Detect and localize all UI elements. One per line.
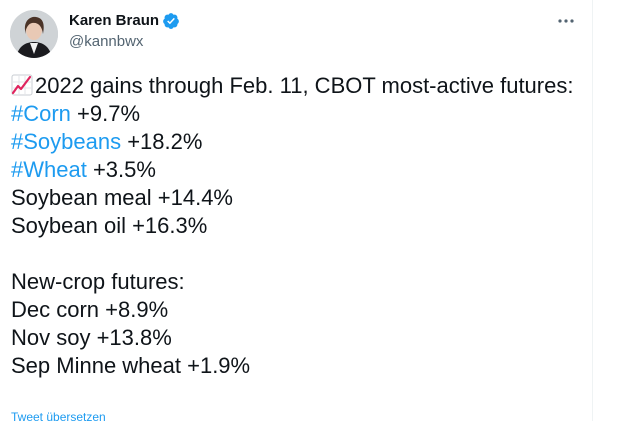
list-item: Sep Minne wheat +1.9% <box>11 353 251 378</box>
avatar[interactable] <box>10 10 58 58</box>
hashtag-soybeans[interactable]: #Soybeans <box>11 129 121 154</box>
list-item: #Wheat +3.5% <box>11 156 586 184</box>
author-display-name[interactable]: Karen Braun <box>69 12 159 30</box>
tweet-card: Karen Braun @kannbwx 2022 gains through … <box>0 0 620 421</box>
avatar-image <box>10 10 58 58</box>
list-item: Dec corn +8.9% <box>11 297 169 322</box>
list-item: #Corn +9.7% <box>11 100 586 128</box>
more-options-icon[interactable] <box>555 10 577 32</box>
list-item: Nov soy +13.8% <box>11 325 172 350</box>
translate-tweet-link[interactable]: Tweet übersetzen <box>11 410 106 421</box>
author-name-row: Karen Braun <box>69 12 180 30</box>
tweet-intro-line: 2022 gains through Feb. 11, CBOT most-ac… <box>11 72 586 100</box>
list-item: Soybean oil +16.3% <box>11 212 586 240</box>
list-item-value: Soybean oil +16.3% <box>11 213 208 238</box>
list-item-value: +3.5% <box>86 157 156 182</box>
list-item: Soybean meal +14.4% <box>11 184 586 212</box>
tweet-text: 2022 gains through Feb. 11, CBOT most-ac… <box>11 72 586 380</box>
list-item-value: +9.7% <box>70 101 141 126</box>
author-handle[interactable]: @kannbwx <box>69 33 143 51</box>
timeline-border <box>592 0 593 421</box>
hashtag-corn[interactable]: #Corn <box>11 101 71 126</box>
tweet-intro-text: 2022 gains through Feb. 11, CBOT most-ac… <box>35 73 574 98</box>
new-crop-heading: New-crop futures: <box>11 269 185 294</box>
hashtag-wheat[interactable]: #Wheat <box>11 157 87 182</box>
list-item-value: +18.2% <box>121 129 203 154</box>
chart-increasing-icon <box>11 74 33 96</box>
list-item: #Soybeans +18.2% <box>11 128 586 156</box>
list-item-value: Soybean meal +14.4% <box>11 185 233 210</box>
verified-badge-icon <box>162 12 180 30</box>
